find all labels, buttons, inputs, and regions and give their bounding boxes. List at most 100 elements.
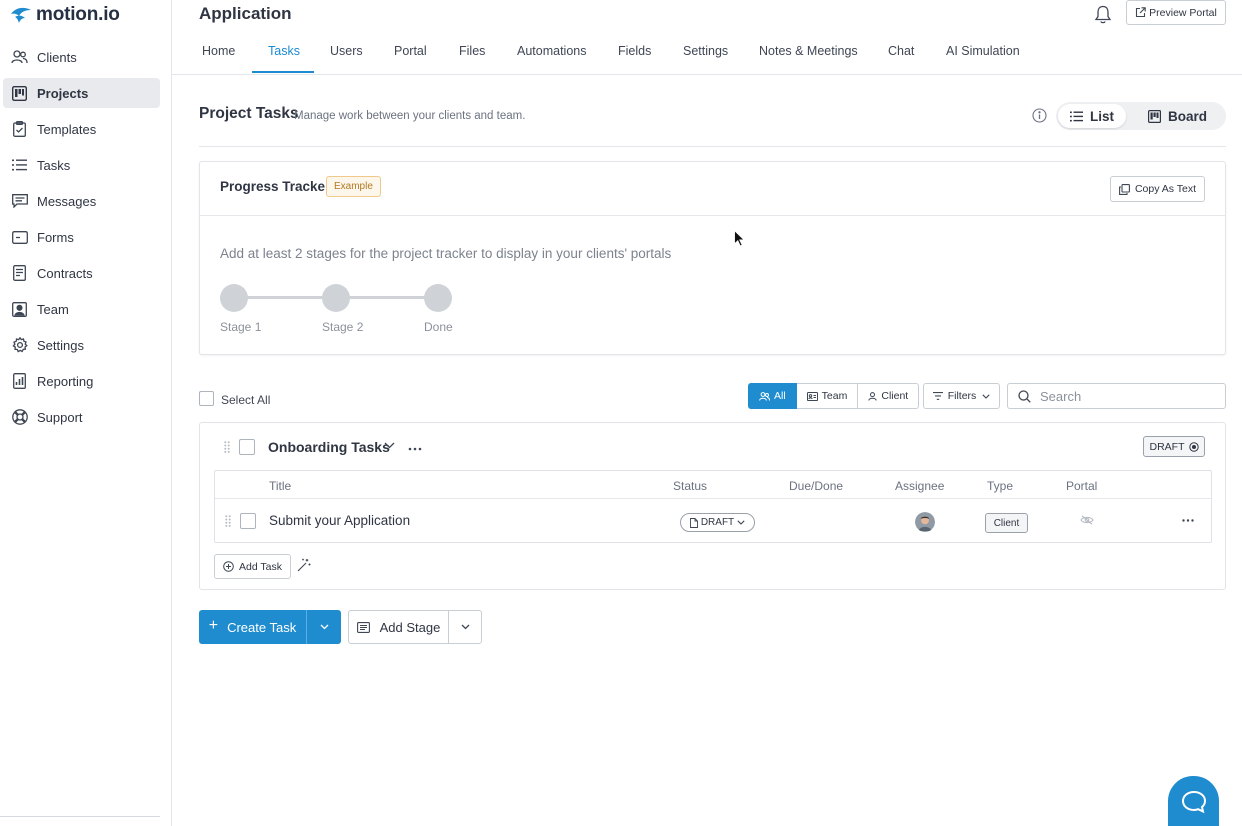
- magic-wand-icon[interactable]: [297, 558, 311, 572]
- project-tabs: Home Tasks Users Portal Files Automation…: [172, 36, 1242, 75]
- view-list-button[interactable]: List: [1058, 104, 1126, 128]
- mouse-cursor-icon: [734, 230, 745, 247]
- column-header[interactable]: Type: [987, 479, 1013, 493]
- stage-list-icon: [356, 621, 380, 633]
- stage-card: Onboarding Tasks DRAFT Title Status Due/…: [199, 422, 1226, 590]
- eye-off-icon[interactable]: [1080, 515, 1094, 525]
- external-link-icon: [1135, 7, 1149, 18]
- task-checkbox[interactable]: [240, 513, 256, 529]
- task-status-label: DRAFT: [700, 517, 735, 528]
- sidebar: motion.io Clients Projects Templates Tas…: [0, 0, 172, 826]
- chevron-down-icon: [461, 624, 470, 630]
- tab-fields[interactable]: Fields: [618, 44, 651, 58]
- forms-icon: [11, 229, 28, 246]
- info-icon[interactable]: [1032, 108, 1047, 123]
- logo[interactable]: motion.io: [9, 4, 120, 26]
- sidebar-item-reporting[interactable]: Reporting: [3, 366, 160, 396]
- create-task-menu-button[interactable]: [307, 610, 341, 644]
- bell-icon[interactable]: [1094, 5, 1112, 25]
- filter-client-button[interactable]: Client: [858, 383, 920, 409]
- stage-label: Done: [424, 320, 453, 334]
- tab-tasks[interactable]: Tasks: [268, 44, 300, 58]
- sidebar-item-tasks[interactable]: Tasks: [3, 150, 160, 180]
- sidebar-item-team[interactable]: Team: [3, 294, 160, 324]
- filters-button[interactable]: Filters: [923, 383, 1000, 409]
- search-icon: [1018, 389, 1031, 403]
- chevron-down-icon[interactable]: [384, 442, 395, 449]
- column-header[interactable]: Assignee: [895, 479, 944, 493]
- chevron-down-icon: [982, 393, 990, 399]
- tab-home[interactable]: Home: [202, 44, 235, 58]
- stage-dot: [424, 284, 452, 312]
- tab-settings[interactable]: Settings: [683, 44, 728, 58]
- sidebar-item-label: Reporting: [37, 373, 94, 389]
- view-board-button[interactable]: Board: [1148, 104, 1226, 128]
- tab-files[interactable]: Files: [459, 44, 485, 58]
- add-stage-menu-button[interactable]: [449, 611, 481, 643]
- column-header[interactable]: Title: [269, 479, 291, 493]
- chat-launcher-button[interactable]: [1168, 776, 1219, 826]
- copy-as-text-button[interactable]: Copy As Text: [1110, 176, 1205, 202]
- chart-icon: [11, 373, 28, 390]
- sidebar-item-clients[interactable]: Clients: [3, 42, 160, 72]
- preview-portal-button[interactable]: Preview Portal: [1126, 0, 1226, 25]
- column-header[interactable]: Portal: [1066, 479, 1097, 493]
- sidebar-divider: [0, 816, 160, 817]
- tab-portal[interactable]: Portal: [394, 44, 427, 58]
- stage-connector: [336, 296, 438, 299]
- users-icon: [759, 391, 774, 401]
- stage-checkbox[interactable]: [239, 439, 255, 455]
- sidebar-item-label: Projects: [37, 85, 89, 101]
- filter-team-label: Team: [821, 390, 848, 402]
- view-toggle: List Board: [1056, 102, 1226, 130]
- motion-logo-icon: [9, 5, 33, 25]
- search-box: [1007, 383, 1226, 409]
- column-header[interactable]: Due/Done: [789, 479, 843, 493]
- user-icon: [868, 391, 881, 401]
- more-horizontal-icon[interactable]: [408, 447, 422, 451]
- create-task-button[interactable]: + Create Task: [199, 610, 307, 644]
- sidebar-item-messages[interactable]: Messages: [3, 186, 160, 216]
- stage-dot: [220, 284, 248, 312]
- sidebar-item-label: Forms: [37, 229, 74, 245]
- filter-all-button[interactable]: All: [748, 383, 797, 409]
- team-icon: [11, 301, 28, 318]
- example-badge: Example: [326, 176, 381, 197]
- section-divider: [199, 146, 1226, 147]
- tab-ai-simulation[interactable]: AI Simulation: [946, 44, 1020, 58]
- sidebar-item-projects[interactable]: Projects: [3, 78, 160, 108]
- contract-icon: [11, 265, 28, 282]
- tab-automations[interactable]: Automations: [517, 44, 586, 58]
- filter-icon: [932, 392, 943, 400]
- assignee-avatar[interactable]: [915, 512, 935, 532]
- sidebar-item-contracts[interactable]: Contracts: [3, 258, 160, 288]
- add-stage-label: Add Stage: [379, 619, 441, 635]
- tab-notes-meetings[interactable]: Notes & Meetings: [759, 44, 858, 58]
- more-horizontal-icon[interactable]: [1182, 519, 1194, 522]
- search-input[interactable]: [1040, 388, 1210, 404]
- add-task-button[interactable]: Add Task: [214, 554, 291, 579]
- tab-chat[interactable]: Chat: [888, 44, 914, 58]
- drag-handle-icon[interactable]: [224, 441, 230, 453]
- add-stage-split-button: Add Stage: [348, 610, 482, 644]
- select-all-checkbox[interactable]: [199, 391, 214, 406]
- chat-icon: [1181, 790, 1207, 814]
- task-title[interactable]: Submit your Application: [269, 513, 410, 528]
- column-header[interactable]: Status: [673, 479, 707, 493]
- add-stage-button[interactable]: Add Stage: [349, 611, 449, 643]
- clipboard-icon: [11, 121, 28, 138]
- filter-team-button[interactable]: Team: [796, 383, 859, 409]
- plus-circle-icon: [223, 561, 239, 572]
- stage-status-badge[interactable]: DRAFT: [1143, 436, 1205, 457]
- tab-users[interactable]: Users: [330, 44, 363, 58]
- sidebar-item-templates[interactable]: Templates: [3, 114, 160, 144]
- sidebar-item-label: Clients: [37, 49, 77, 65]
- task-status-dropdown[interactable]: DRAFT: [680, 513, 755, 532]
- sidebar-item-support[interactable]: Support: [3, 402, 160, 432]
- section-subtitle: Manage work between your clients and tea…: [294, 110, 526, 122]
- sidebar-item-settings[interactable]: Settings: [3, 330, 160, 360]
- sidebar-item-forms[interactable]: Forms: [3, 222, 160, 252]
- drag-handle-icon[interactable]: [225, 515, 231, 527]
- board-icon: [1148, 109, 1168, 123]
- chevron-down-icon: [320, 624, 329, 630]
